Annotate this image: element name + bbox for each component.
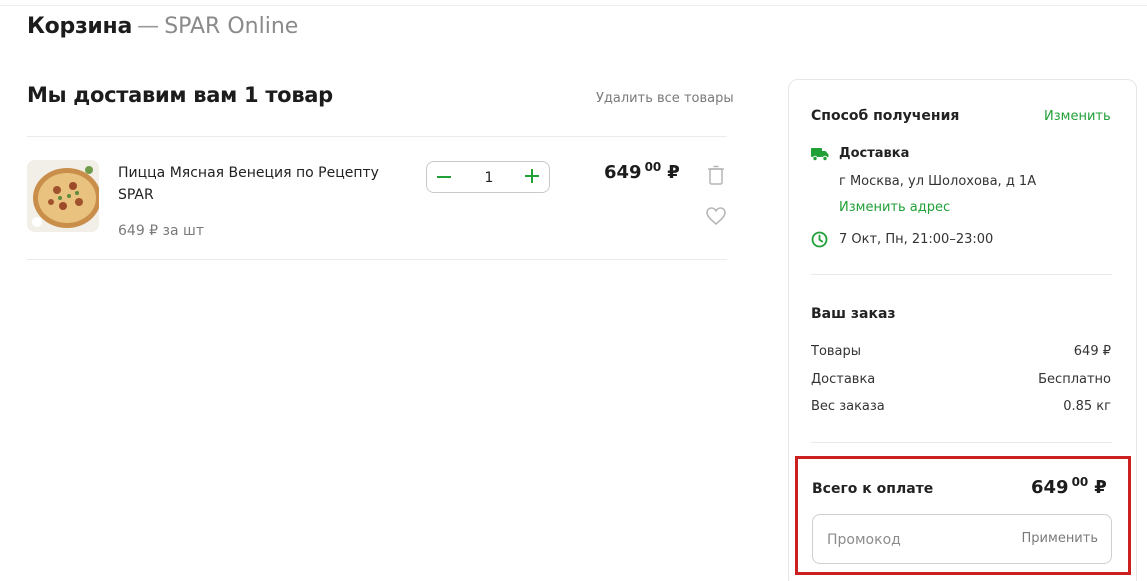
cart-title: Мы доставим вам 1 товар <box>27 83 333 107</box>
product-name[interactable]: Пицца Мясная Венеция по Рецепту SPAR <box>118 162 403 206</box>
minus-icon[interactable] <box>433 166 455 188</box>
delivery-value: Бесплатно <box>1038 372 1111 387</box>
title-dash: — <box>137 14 160 39</box>
store-name: SPAR Online <box>164 14 299 39</box>
delivery-address: г Москва, ул Шолохова, д 1А <box>839 174 1037 189</box>
promo-input[interactable] <box>827 529 1007 551</box>
divider <box>811 274 1112 275</box>
weight-value: 0.85 кг <box>1063 399 1111 414</box>
promo-field: Применить <box>812 514 1112 564</box>
trash-icon[interactable] <box>706 164 726 186</box>
price-kopecks: 00 <box>644 160 662 174</box>
product-image[interactable] <box>27 160 99 232</box>
item-price: 649 00 ₽ <box>604 160 680 183</box>
price-rubles: 649 <box>604 162 642 183</box>
apply-promo-button[interactable]: Применить <box>1022 531 1098 546</box>
total-rubles: 649 <box>1031 477 1069 498</box>
cart-page: Корзина — SPAR Online Мы доставим вам 1 … <box>0 0 1147 581</box>
quantity-value[interactable]: 1 <box>469 170 509 186</box>
total-kopecks: 00 <box>1071 475 1089 489</box>
plus-icon[interactable] <box>521 165 543 187</box>
page-title: Корзина <box>27 14 132 39</box>
clock-icon <box>811 231 828 248</box>
delivery-label: Доставка <box>811 372 876 387</box>
total-price: 649 00 ₽ <box>1031 475 1107 498</box>
top-divider <box>0 5 1147 6</box>
weight-label: Вес заказа <box>811 399 885 414</box>
change-address-link[interactable]: Изменить адрес <box>839 200 950 215</box>
order-title: Ваш заказ <box>811 306 896 322</box>
delivery-type: Доставка <box>839 146 910 161</box>
heart-icon[interactable] <box>705 206 727 226</box>
total-currency: ₽ <box>1094 477 1107 498</box>
delete-all-button[interactable]: Удалить все товары <box>596 91 734 106</box>
items-value: 649 ₽ <box>1073 344 1111 359</box>
pizza-image <box>27 160 99 232</box>
items-label: Товары <box>811 344 862 359</box>
receive-method-title: Способ получения <box>811 108 960 124</box>
divider <box>27 136 727 137</box>
price-currency: ₽ <box>667 162 680 183</box>
delivery-time-slot: 7 Окт, Пн, 21:00–23:00 <box>839 232 994 247</box>
change-method-link[interactable]: Изменить <box>1044 109 1111 124</box>
page-heading: Корзина — SPAR Online <box>27 14 298 39</box>
truck-icon <box>811 146 829 162</box>
total-label: Всего к оплате <box>812 481 934 497</box>
divider <box>27 259 727 260</box>
divider <box>811 442 1112 443</box>
quantity-stepper: 1 <box>426 161 550 193</box>
unit-price: 649 ₽ за шт <box>118 223 204 239</box>
